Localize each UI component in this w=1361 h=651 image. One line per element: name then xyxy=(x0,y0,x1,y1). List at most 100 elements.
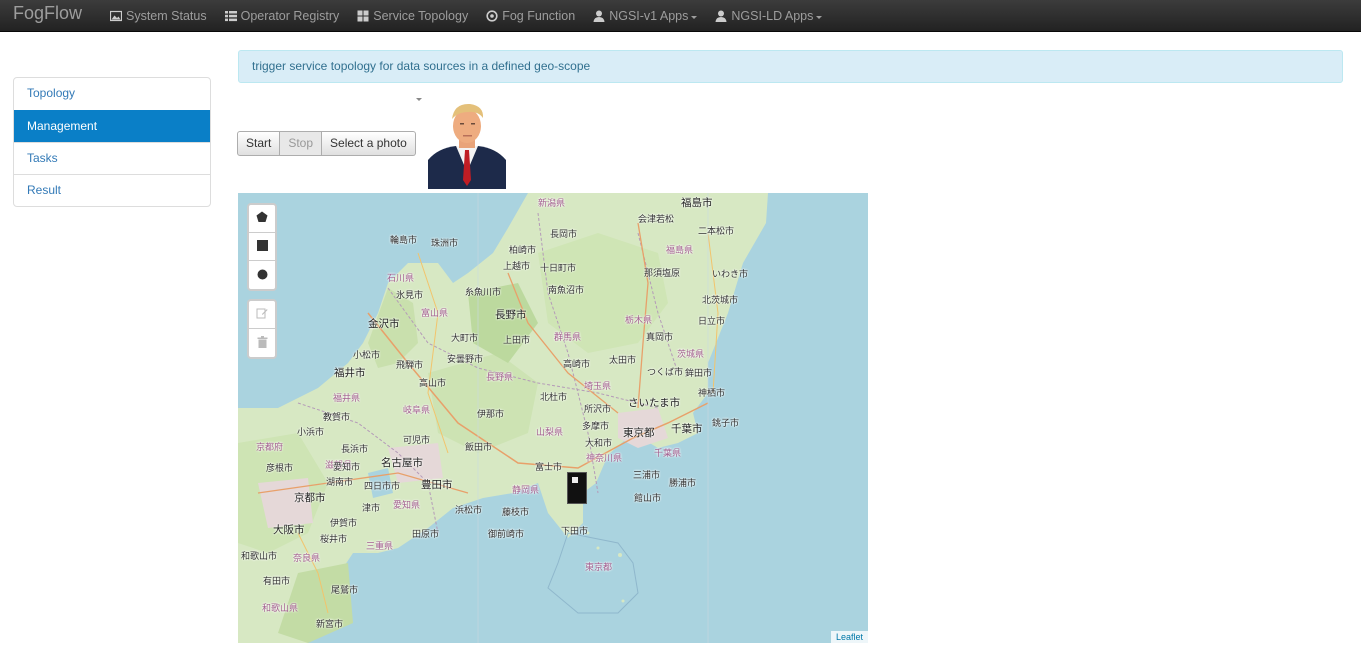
map-label: 伊賀市 xyxy=(330,518,358,528)
map-label: 藤枝市 xyxy=(502,507,530,517)
map-label: 四日市市 xyxy=(364,481,401,491)
edit-layers-button[interactable] xyxy=(249,301,275,329)
start-button[interactable]: Start xyxy=(237,131,281,156)
map-label: 津市 xyxy=(362,503,381,513)
map-label: 大和市 xyxy=(585,438,613,448)
map-label: 尾鷲市 xyxy=(331,585,359,595)
stop-button[interactable]: Stop xyxy=(280,131,323,156)
map-label: 富山県 xyxy=(421,308,449,318)
map-label: 奈良県 xyxy=(293,553,321,563)
map-label: 北茨城市 xyxy=(702,295,739,305)
map-label: 桜井市 xyxy=(320,534,348,544)
grid-icon xyxy=(357,10,369,22)
square-icon xyxy=(256,239,268,254)
map-label: 可児市 xyxy=(403,435,431,445)
map-label: 氷見市 xyxy=(396,290,424,300)
map-label: 京都府 xyxy=(256,442,284,452)
map-label: 山梨県 xyxy=(536,427,564,437)
map-label: 長岡市 xyxy=(550,229,578,239)
map-label: 上越市 xyxy=(503,261,531,271)
draw-polygon-button[interactable] xyxy=(249,205,275,233)
chevron-down-icon xyxy=(691,15,698,19)
map-label: 長野市 xyxy=(495,309,527,321)
photo-marker[interactable] xyxy=(567,472,587,504)
list-icon xyxy=(224,10,237,22)
sidebar-item-tasks[interactable]: Tasks xyxy=(14,142,210,174)
map-label: 所沢市 xyxy=(584,404,612,414)
map-label: 京都市 xyxy=(294,492,326,504)
map-label: 栃木県 xyxy=(625,315,653,325)
sidebar-item-management[interactable]: Management xyxy=(14,110,210,142)
nav-fog-function[interactable]: Fog Function xyxy=(486,9,575,23)
map-label: 豊田市 xyxy=(421,479,453,491)
map-label: 輪島市 xyxy=(390,235,418,245)
map-label: 新潟県 xyxy=(538,198,566,208)
map-label: 大町市 xyxy=(451,333,479,343)
draw-circle-button[interactable] xyxy=(249,261,275,289)
nav-ngsi-ld-apps[interactable]: NGSI-LD Apps xyxy=(715,9,823,23)
selected-photo xyxy=(428,100,506,189)
map-label: 会津若松 xyxy=(638,214,675,224)
map-label: 愛知市 xyxy=(333,462,361,472)
nav-ngsi-v1-apps-label: NGSI-v1 Apps xyxy=(609,9,689,23)
map-label: 教賀市 xyxy=(323,412,351,422)
map-label: 勝浦市 xyxy=(669,478,697,488)
map-label: 銚子市 xyxy=(712,418,740,428)
sidebar-item-result[interactable]: Result xyxy=(14,174,210,206)
trash-icon xyxy=(257,335,268,351)
map-label: 糸魚川市 xyxy=(465,287,502,297)
map-label: 安曇野市 xyxy=(447,354,484,364)
circle-dot-icon xyxy=(486,10,498,22)
map-label: 小浜市 xyxy=(297,427,325,437)
map-label: 有田市 xyxy=(263,576,291,586)
map-label: 福井市 xyxy=(334,367,366,379)
draw-rectangle-button[interactable] xyxy=(249,233,275,261)
map-label: 飯田市 xyxy=(465,442,493,452)
map-label: 岐阜県 xyxy=(403,405,431,415)
user-icon xyxy=(593,10,605,22)
map-label: 珠洲市 xyxy=(431,238,459,248)
nav-service-topology[interactable]: Service Topology xyxy=(357,9,468,23)
nav-operator-registry[interactable]: Operator Registry xyxy=(224,9,339,23)
map-label: 新宮市 xyxy=(316,619,344,629)
map-label: 那須塩原 xyxy=(644,268,681,278)
map-label: 愛知県 xyxy=(393,500,421,510)
map-label: 真岡市 xyxy=(646,332,674,342)
map-label: 小松市 xyxy=(353,350,381,360)
delete-layers-button[interactable] xyxy=(249,329,275,357)
select-photo-button[interactable]: Select a photo xyxy=(322,131,416,156)
brand-logo[interactable]: FogFlow xyxy=(13,3,82,23)
map-label: 大阪市 xyxy=(273,524,305,536)
map-label: 浜松市 xyxy=(455,505,483,515)
sidebar-item-topology[interactable]: Topology xyxy=(14,78,210,110)
map-label: 館山市 xyxy=(634,493,662,503)
map-label: つくば市 xyxy=(647,367,684,377)
chevron-down-icon[interactable] xyxy=(416,98,422,101)
nav-ngsi-ld-apps-label: NGSI-LD Apps xyxy=(731,9,814,23)
map-label: 埼玉県 xyxy=(584,381,612,391)
map-label: 福井県 xyxy=(333,393,361,403)
info-alert: trigger service topology for data source… xyxy=(238,50,1343,83)
map-label: 田原市 xyxy=(412,529,440,539)
map-label: 多摩市 xyxy=(582,421,610,431)
map-label: 御前崎市 xyxy=(488,529,525,539)
nav-ngsi-v1-apps[interactable]: NGSI-v1 Apps xyxy=(593,9,698,23)
edit-toolbar xyxy=(247,299,277,359)
main-nav: System Status Operator Registry Service … xyxy=(109,0,840,32)
chevron-down-icon xyxy=(816,15,823,19)
geo-map[interactable]: 福島市 会津若松 二本松市 新潟県 長岡市 輪島市 珠洲市 柏崎市 十日町市 上… xyxy=(238,193,868,643)
control-button-group: Start Stop Select a photo xyxy=(237,131,416,156)
map-label: 柏崎市 xyxy=(509,245,537,255)
map-label: 福島市 xyxy=(681,197,713,209)
picture-icon xyxy=(109,10,123,22)
map-label: 南魚沼市 xyxy=(548,285,585,295)
nav-system-status[interactable]: System Status xyxy=(109,9,207,23)
leaflet-attribution[interactable]: Leaflet xyxy=(830,631,868,643)
map-label: 金沢市 xyxy=(368,318,400,330)
map-label: 千葉県 xyxy=(654,448,682,458)
map-label: 和歌山県 xyxy=(262,603,299,613)
map-label: 鉾田市 xyxy=(685,368,713,378)
top-navbar: FogFlow System Status Operator Registry … xyxy=(0,0,1361,32)
map-label: 太田市 xyxy=(609,355,637,365)
nav-service-topology-label: Service Topology xyxy=(373,9,469,23)
